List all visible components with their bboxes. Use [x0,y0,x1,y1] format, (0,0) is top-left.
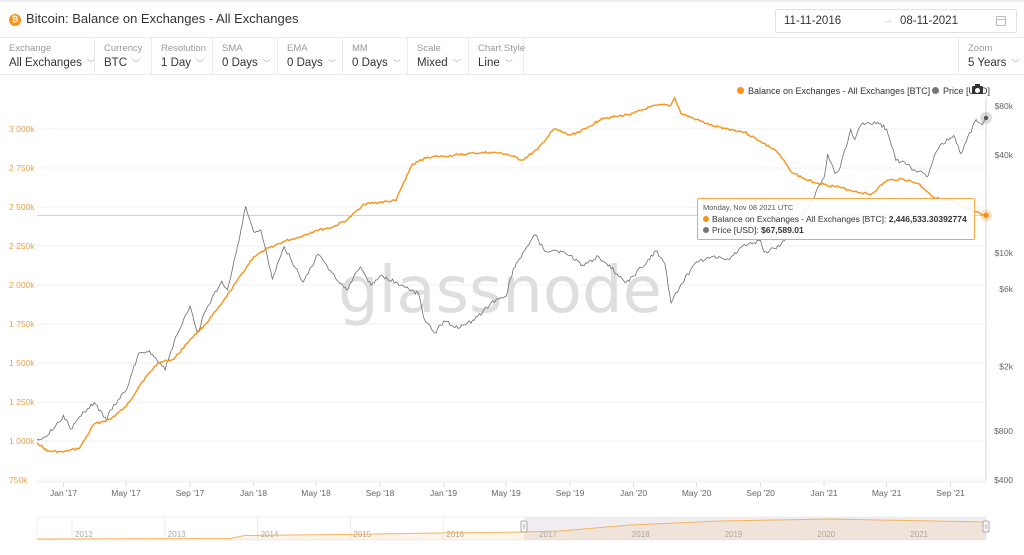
x-axis-tick-label: Sep '18 [366,488,395,498]
tooltip-dot-balance [703,216,709,222]
x-axis-tick-label: Jan '17 [50,488,77,498]
left-axis-tick-label: 2 500k [9,202,35,212]
left-axis-tick-label: 1 500k [9,358,35,368]
right-axis-tick-label: $80k [995,101,1014,111]
right-axis-tick-label: $40k [995,150,1014,160]
x-axis-tick-label: Sep '20 [746,488,775,498]
price-hover-marker [983,115,989,121]
tooltip-label-balance: Balance on Exchanges - All Exchanges [BT… [712,214,889,224]
tooltip-value-balance: 2,446,533.30392774 [888,214,967,224]
x-axis-tick-label: Jan '19 [430,488,457,498]
right-axis-tick-label: $10k [995,248,1014,258]
tooltip-row-price: Price [USD]: $67,589.01 [703,225,969,236]
x-axis-tick-label: Sep '19 [556,488,585,498]
tooltip: Monday, Nov 08 2021 UTC Balance on Excha… [697,198,975,240]
right-axis-tick-label: $400 [994,475,1013,485]
left-axis-tick-label: 1 750k [9,319,35,329]
tooltip-label-price: Price [USD]: [712,225,762,235]
right-axis: $400 $800 $2k $6k $10k $40k $80k [985,97,1014,485]
left-axis-tick-label: 2 750k [9,163,35,173]
chart-svg: glassnode 750k 1 000k 1 250k 1 500k 1 750k 2 … [9,96,1014,541]
left-axis-tick-label: 2 000k [9,280,35,290]
x-axis-tick-label: May '17 [111,488,141,498]
x-axis-tick-label: May '19 [491,488,521,498]
navigator-year-label: 2013 [168,530,186,539]
balance-hover-marker [983,212,989,219]
left-axis-tick-label: 1 250k [9,397,35,407]
right-axis-tick-label: $6k [999,284,1013,294]
navigator: 2012 2013 2014 2015 2016 2017 2018 2019 2020 2021 [36,516,990,541]
left-axis: 750k 1 000k 1 250k 1 500k 1 750k 2 000k 2 250k… [9,124,35,485]
left-axis-tick-label: 3 000k [9,124,35,134]
tooltip-row-balance: Balance on Exchanges - All Exchanges [BT… [703,214,969,225]
tooltip-date: Monday, Nov 08 2021 UTC [703,203,794,212]
x-axis-tick-label: Jan '20 [620,488,647,498]
x-axis-tick-label: May '18 [301,488,331,498]
x-axis-tick-label: Jan '21 [811,488,838,498]
left-axis-tick-label: 1 000k [9,436,35,446]
x-axis-tick-label: Sep '21 [936,488,965,498]
right-axis-tick-label: $800 [994,426,1013,436]
x-axis-tick-label: May '20 [682,488,712,498]
x-axis: Jan '17 May '17 Sep '17 Jan '18 May '18 Sep '… [37,481,986,498]
watermark: glassnode [338,254,662,328]
tooltip-dot-price [703,227,709,233]
x-axis-tick-label: Jan '18 [240,488,267,498]
left-axis-tick-label: 2 250k [9,241,35,251]
tooltip-value-price: $67,589.01 [761,225,804,235]
left-axis-tick-label: 750k [9,475,28,485]
x-axis-tick-label: Sep '17 [176,488,205,498]
navigator-year-label: 2012 [75,530,93,539]
x-axis-tick-label: May '21 [872,488,902,498]
right-axis-tick-label: $2k [999,361,1013,371]
